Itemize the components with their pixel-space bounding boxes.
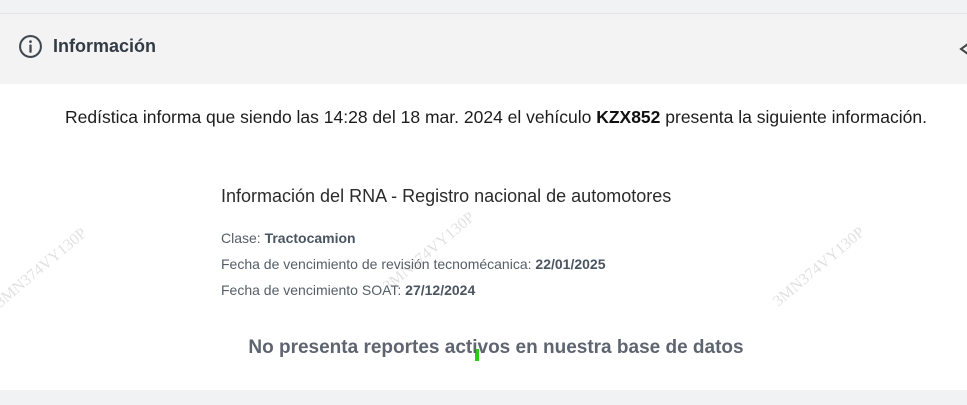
field-value: 22/01/2025 xyxy=(535,256,606,272)
info-card-body: 3MN374VY130P 3MN374VY130P 3MN374VY130P R… xyxy=(0,84,967,390)
bottom-strip xyxy=(0,390,967,405)
intro-suffix: presenta la siguiente información. xyxy=(660,107,927,127)
field-label: Fecha de vencimiento SOAT: xyxy=(221,282,406,298)
field-clase: Clase: Tractocamion xyxy=(221,230,356,246)
field-revision-tecnomecanica: Fecha de vencimiento de revisión tecnomé… xyxy=(221,256,605,272)
no-reports-message: No presenta reportes activos en nuestra … xyxy=(248,337,744,358)
top-strip xyxy=(0,0,967,14)
chevron-up-icon[interactable] xyxy=(958,38,967,58)
info-circle-icon xyxy=(19,35,42,58)
watermark-text: 3MN374VY130P xyxy=(770,223,869,311)
intro-prefix: Redística informa que siendo las 14:28 d… xyxy=(65,107,597,127)
vehicle-plate: KZX852 xyxy=(596,107,661,127)
rna-section-title: Información del RNA - Registro nacional … xyxy=(221,186,672,206)
watermark-text: 3MN374VY130P xyxy=(0,224,91,312)
field-soat: Fecha de vencimiento SOAT: 27/12/2024 xyxy=(221,282,475,298)
field-label: Clase: xyxy=(221,230,265,246)
card-title: Información xyxy=(53,36,157,56)
field-label: Fecha de vencimiento de revisión tecnomé… xyxy=(221,256,536,272)
field-value: Tractocamion xyxy=(264,230,356,246)
info-card-header[interactable]: Información xyxy=(0,14,967,84)
intro-paragraph: Redística informa que siendo las 14:28 d… xyxy=(60,106,932,129)
field-value: 27/12/2024 xyxy=(405,282,476,298)
